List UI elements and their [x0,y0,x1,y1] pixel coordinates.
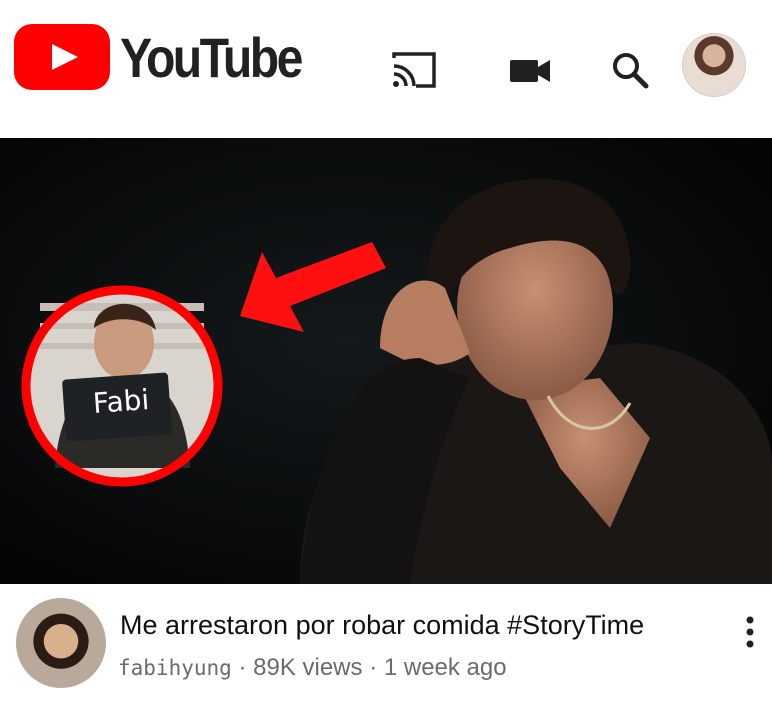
more-vert-icon[interactable] [740,614,760,650]
placard-text: Fabi [91,383,151,420]
upload-age: · 1 week ago [369,654,507,681]
channel-name[interactable]: fabihyung [118,656,232,680]
cast-icon[interactable] [390,50,438,90]
video-subtitle: fabihyung · 89K views · 1 week ago [118,654,507,682]
video-title[interactable]: Me arrestaron por robar comida #StoryTim… [120,610,644,641]
view-count: · 89K views [238,654,363,681]
account-avatar[interactable] [682,33,746,97]
search-icon[interactable] [606,50,654,90]
video-thumbnail[interactable]: Fabi [0,138,772,584]
play-button-icon [14,24,110,90]
youtube-logo[interactable]: YouTube [14,24,330,90]
video-metadata [0,584,772,720]
channel-avatar[interactable] [16,598,106,688]
brand-wordmark: YouTube [120,25,303,89]
camera-icon[interactable] [506,50,554,90]
top-app-bar: YouTube [0,0,772,138]
